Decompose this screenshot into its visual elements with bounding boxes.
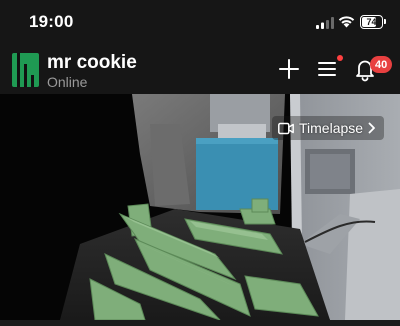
menu-unread-dot <box>337 55 343 61</box>
device-header: mr cookie Online 40 <box>0 46 400 94</box>
plus-icon[interactable] <box>276 56 302 82</box>
menu-icon[interactable] <box>314 56 340 82</box>
status-time: 19:00 <box>29 12 74 31</box>
app-screen: 19:00 74 mr cookie Online 40 Timelapse <box>0 0 400 326</box>
chevron-right-icon <box>368 122 375 134</box>
battery-level: 74 <box>366 17 377 27</box>
status-bar: 19:00 74 <box>0 0 400 46</box>
device-status: Online <box>47 74 88 90</box>
notification-count-badge: 40 <box>370 56 393 73</box>
camera-feed[interactable]: Timelapse <box>0 94 400 320</box>
video-camera-icon <box>278 122 294 134</box>
timelapse-label: Timelapse <box>299 120 364 136</box>
wifi-icon <box>338 16 355 28</box>
bottom-strip <box>0 320 400 326</box>
battery-icon: 74 <box>360 15 386 29</box>
logo-icon <box>12 53 39 87</box>
device-name[interactable]: mr cookie <box>47 52 137 74</box>
timelapse-button[interactable]: Timelapse <box>272 116 385 140</box>
cellular-signal-icon <box>316 17 334 29</box>
